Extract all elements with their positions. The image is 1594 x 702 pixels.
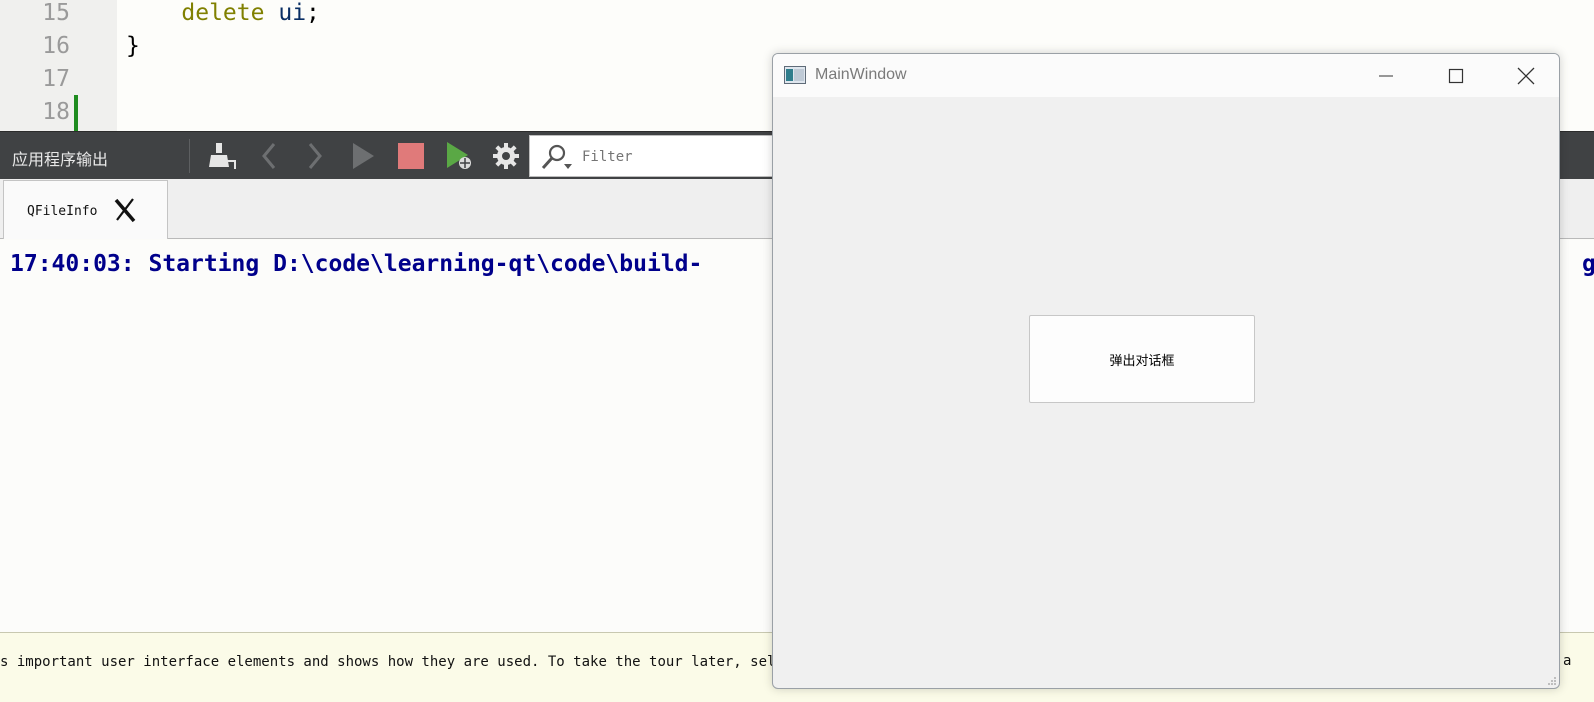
app-window-icon: [784, 66, 806, 84]
output-line: 17:40:03: Starting D:\code\learning-qt\c…: [10, 251, 703, 277]
tab-label: QFileInfo: [27, 204, 98, 219]
toolbar-separator: [189, 139, 190, 173]
minimize-button[interactable]: [1351, 54, 1421, 97]
prev-arrow-icon: [262, 143, 276, 169]
window-title: MainWindow: [815, 66, 907, 83]
close-icon[interactable]: [111, 196, 139, 224]
next-arrow-icon: [308, 143, 322, 169]
maximize-button[interactable]: [1421, 54, 1491, 97]
output-settings-button[interactable]: [489, 139, 523, 173]
code-keyword: delete: [181, 0, 265, 26]
search-filter-icon[interactable]: [540, 143, 574, 171]
line-number: 16: [42, 33, 70, 59]
modified-line-marker: [74, 95, 78, 131]
code-identifier: ui: [278, 0, 307, 26]
filter-box[interactable]: [529, 135, 774, 177]
code-semicolon: ;: [306, 0, 320, 26]
previous-item-button[interactable]: [252, 139, 286, 173]
close-icon: [1517, 67, 1535, 84]
next-item-button[interactable]: [298, 139, 332, 173]
filter-input[interactable]: [582, 149, 762, 165]
mainwindow-app-window[interactable]: MainWindow 弹出对话框: [772, 53, 1560, 689]
line-number: 15: [42, 0, 70, 26]
clean-brush-icon: [209, 143, 236, 169]
debug-run-icon: [447, 142, 471, 169]
minimize-icon: [1379, 75, 1393, 76]
line-number: 18: [42, 99, 70, 125]
maximize-icon: [1448, 68, 1464, 83]
window-titlebar[interactable]: MainWindow: [773, 54, 1559, 97]
tour-message-tail: a: [1563, 653, 1572, 669]
resize-grip-icon[interactable]: [1547, 676, 1557, 686]
debug-rerun-button[interactable]: [442, 139, 476, 173]
run-icon: [353, 143, 374, 169]
rerun-button[interactable]: [346, 139, 380, 173]
settings-gear-icon: [493, 143, 519, 169]
code-line-15[interactable]: delete ui;: [126, 0, 320, 26]
pane-title: 应用程序输出: [12, 152, 109, 169]
close-window-button[interactable]: [1491, 54, 1559, 97]
line-number-gutter: 15 16 17 18: [0, 0, 117, 131]
code-line-16[interactable]: }: [126, 33, 140, 59]
clean-output-button[interactable]: [204, 139, 238, 173]
line-number: 17: [42, 66, 70, 92]
show-dialog-button[interactable]: 弹出对话框: [1029, 315, 1255, 403]
stop-icon: [398, 143, 424, 169]
tab-qfileinfo[interactable]: QFileInfo: [3, 180, 168, 239]
tour-message: s important user interface elements and …: [0, 654, 827, 670]
output-line-tail: g: [1582, 251, 1594, 277]
stop-button[interactable]: [394, 139, 428, 173]
